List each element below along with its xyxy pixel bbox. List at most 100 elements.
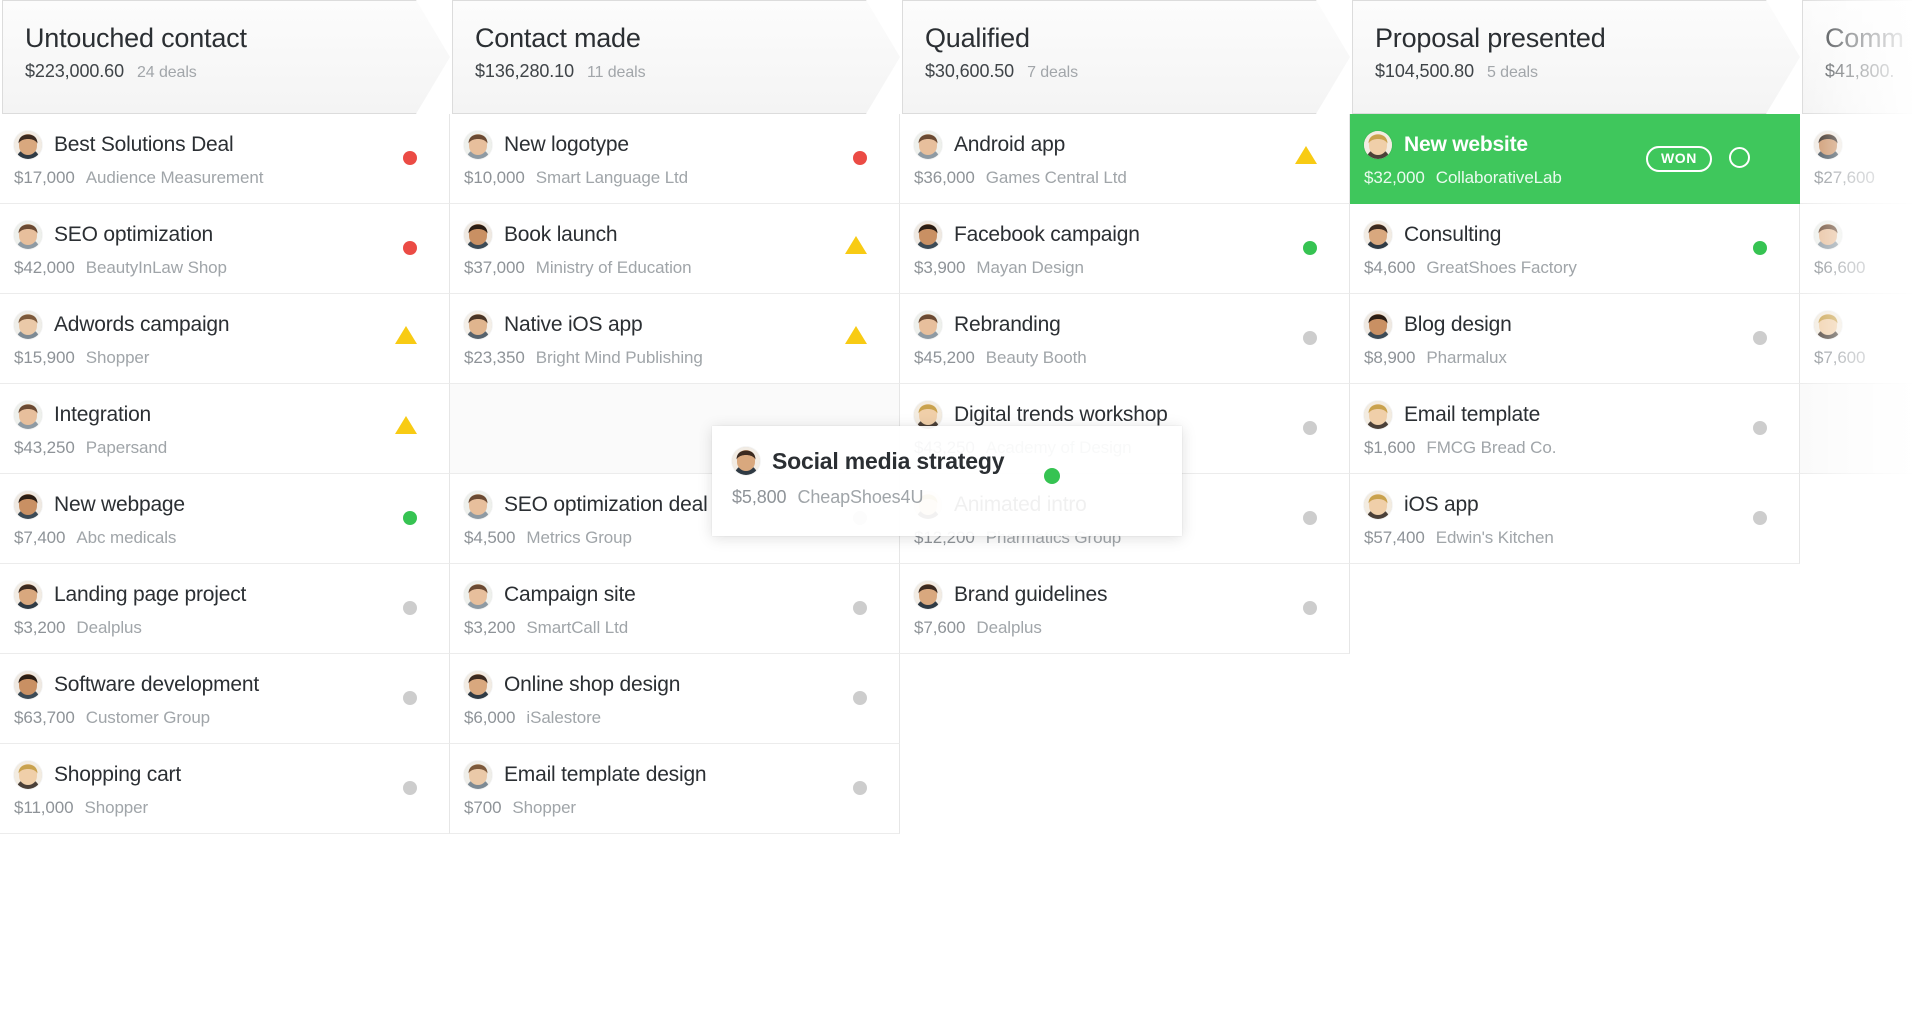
status-warning-triangle-icon — [845, 236, 867, 254]
deal-card[interactable]: Campaign site $3,200 SmartCall Ltd — [450, 564, 900, 654]
stage-header[interactable]: Comm $41,800. — [1800, 0, 1912, 114]
status-dot-grey-icon — [1303, 511, 1317, 525]
deal-card-meta: $36,000 Games Central Ltd — [914, 168, 1349, 188]
status-dot-grey-icon — [853, 601, 867, 615]
deal-card[interactable]: New webpage $7,400 Abc medicals — [0, 474, 450, 564]
deal-card[interactable]: iOS app $57,400 Edwin's Kitchen — [1350, 474, 1800, 564]
pipeline-stage-column[interactable]: Untouched contact $223,000.60 24 deals Best… — [0, 0, 450, 1028]
deal-amount: $4,500 — [464, 528, 516, 547]
deal-title: New logotype — [504, 133, 629, 156]
owner-avatar — [14, 491, 42, 519]
deal-card[interactable]: Software development $63,700 Customer Grou… — [0, 654, 450, 744]
deal-organization: Customer Group — [85, 708, 211, 727]
deal-card-list[interactable]: Best Solutions Deal $17,000 Audience Measu… — [0, 114, 450, 834]
stage-header[interactable]: Qualified $30,600.50 7 deals — [900, 0, 1350, 114]
stage-deal-count: 24 deals — [137, 64, 197, 81]
deal-title: Blog design — [1404, 313, 1512, 336]
deal-card[interactable]: SEO optimization $42,000 BeautyInLaw Shop — [0, 204, 450, 294]
deal-card[interactable]: Email template $1,600 FMCG Bread Co. — [1350, 384, 1800, 474]
deal-card[interactable]: Blog design $8,900 Pharmalux — [1350, 294, 1800, 384]
deal-card-meta: $1,600 FMCG Bread Co. — [1364, 438, 1799, 458]
deal-card-meta: $32,000 CollaborativeLab — [1364, 168, 1800, 188]
status-dot-green-icon — [1303, 241, 1317, 255]
owner-avatar — [1364, 401, 1392, 429]
deal-card[interactable]: Integration $43,250 Papersand — [0, 384, 450, 474]
status-dot-grey-icon — [1303, 601, 1317, 615]
stage-title: Comm — [1825, 23, 1904, 53]
deal-card[interactable]: $27,600 — [1800, 114, 1912, 204]
deal-amount: $17,000 — [14, 168, 75, 187]
owner-avatar — [1364, 221, 1392, 249]
deal-card-meta: $4,600 GreatShoes Factory — [1364, 258, 1799, 278]
deal-card[interactable]: Online shop design $6,000 iSalestore — [450, 654, 900, 744]
deal-card[interactable]: Email template design $700 Shopper — [450, 744, 900, 834]
pipeline-stage-column[interactable]: Comm $41,800. $27,600 $6,600 $7,600 — [1800, 0, 1912, 1028]
deal-amount: $43,250 — [14, 438, 75, 457]
deal-card-meta: $37,000 Ministry of Education — [464, 258, 899, 278]
deal-card-list[interactable]: $27,600 $6,600 $7,600 — [1800, 114, 1912, 474]
deal-card[interactable]: $7,600 — [1800, 294, 1912, 384]
status-dot-grey-icon — [1303, 421, 1317, 435]
owner-avatar — [1814, 311, 1842, 339]
stage-header[interactable]: Untouched contact $223,000.60 24 deals — [0, 0, 450, 114]
deal-organization: Shopper — [85, 348, 150, 367]
deal-card[interactable]: Book launch $37,000 Ministry of Education — [450, 204, 900, 294]
deal-amount: $8,900 — [1364, 348, 1416, 367]
deal-card[interactable]: Rebranding $45,200 Beauty Booth — [900, 294, 1350, 384]
deal-card-heading: Integration — [14, 398, 449, 432]
deal-card[interactable]: $6,600 — [1800, 204, 1912, 294]
deal-card-heading — [1814, 218, 1912, 252]
deal-organization: Audience Measurement — [85, 168, 264, 187]
stage-deal-count: 5 deals — [1487, 64, 1538, 81]
status-dot-grey-icon — [1753, 331, 1767, 345]
deal-amount: $37,000 — [464, 258, 525, 277]
deal-card[interactable]: Consulting $4,600 GreatShoes Factory — [1350, 204, 1800, 294]
deal-card-heading: Adwords campaign — [14, 308, 449, 342]
status-warning-triangle-icon — [845, 326, 867, 344]
won-circle-icon[interactable] — [1729, 147, 1750, 168]
deal-card[interactable]: Shopping cart $11,000 Shopper — [0, 744, 450, 834]
deal-amount: $32,000 — [1364, 168, 1425, 187]
owner-avatar — [464, 221, 492, 249]
deal-card[interactable]: New website $32,000 CollaborativeLab WON — [1350, 114, 1800, 204]
deal-card[interactable] — [1800, 384, 1912, 474]
owner-avatar — [914, 131, 942, 159]
deal-card[interactable]: Adwords campaign $15,900 Shopper — [0, 294, 450, 384]
deal-card-meta: $45,200 Beauty Booth — [914, 348, 1349, 368]
deal-amount: $1,600 — [1364, 438, 1416, 457]
deal-card-meta: $23,350 Bright Mind Publishing — [464, 348, 899, 368]
won-badge[interactable]: WON — [1645, 146, 1712, 172]
dragged-deal-card[interactable]: Social media strategy $5,800 CheapShoes4U — [712, 426, 1182, 536]
deal-organization: iSalestore — [526, 708, 602, 727]
owner-avatar — [14, 131, 42, 159]
deal-card[interactable]: Best Solutions Deal $17,000 Audience Measu… — [0, 114, 450, 204]
deal-title: Campaign site — [504, 583, 636, 606]
stage-summary: $41,800. — [1825, 61, 1912, 82]
deal-title: iOS app — [1404, 493, 1479, 516]
deal-card[interactable]: Native iOS app $23,350 Bright Mind Publish… — [450, 294, 900, 384]
deal-card-heading: Native iOS app — [464, 308, 899, 342]
deal-amount: $3,900 — [914, 258, 966, 277]
deal-organization: Dealplus — [76, 618, 142, 637]
deal-amount: $3,200 — [464, 618, 516, 637]
status-warning-triangle-icon — [395, 416, 417, 434]
stage-header[interactable]: Contact made $136,280.10 11 deals — [450, 0, 900, 114]
pipeline-stage-column[interactable]: Proposal presented $104,500.80 5 deals New … — [1350, 0, 1800, 1028]
deal-card[interactable]: Landing page project $3,200 Dealplus — [0, 564, 450, 654]
deal-card-heading: Consulting — [1364, 218, 1799, 252]
status-dot-grey-icon — [1753, 511, 1767, 525]
deal-title: Software development — [54, 673, 259, 696]
deal-title: SEO optimization deal — [504, 493, 708, 516]
deal-card-list[interactable]: New website $32,000 CollaborativeLab WON Con… — [1350, 114, 1800, 564]
stage-header[interactable]: Proposal presented $104,500.80 5 deals — [1350, 0, 1800, 114]
deal-card[interactable]: Facebook campaign $3,900 Mayan Design — [900, 204, 1350, 294]
pipeline-board[interactable]: Untouched contact $223,000.60 24 deals Best… — [0, 0, 1912, 1028]
deal-card-heading: New webpage — [14, 488, 449, 522]
deal-title: Native iOS app — [504, 313, 643, 336]
deal-card[interactable]: Android app $36,000 Games Central Ltd — [900, 114, 1350, 204]
deal-card[interactable]: New logotype $10,000 Smart Language Ltd — [450, 114, 900, 204]
deal-card-list[interactable]: Android app $36,000 Games Central Ltd Faceb… — [900, 114, 1350, 654]
deal-card-heading: Social media strategy — [732, 444, 1182, 478]
deal-card[interactable]: Brand guidelines $7,600 Dealplus — [900, 564, 1350, 654]
deal-amount: $57,400 — [1364, 528, 1425, 547]
